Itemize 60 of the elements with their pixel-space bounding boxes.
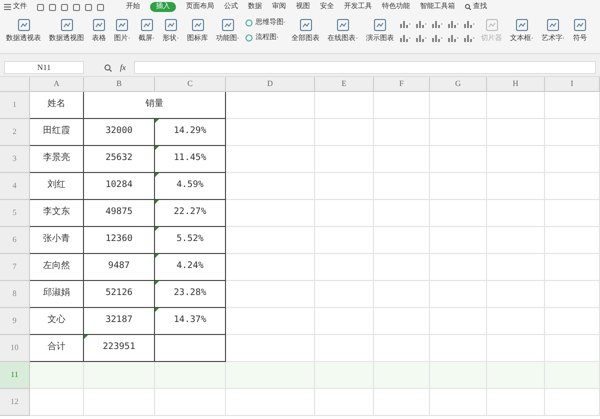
table-cell: 张小青 [30, 227, 84, 254]
table-cell: 14.37% [155, 308, 226, 335]
tool-icon [373, 18, 388, 32]
table-cell: 9487 [84, 254, 155, 281]
table-cell: 5.52% [155, 227, 226, 254]
table-cell: 姓名 [30, 92, 84, 119]
table-cell: 刘红 [30, 173, 84, 200]
table-cell: 23.28% [155, 281, 226, 308]
zoom-icon[interactable] [104, 64, 112, 72]
column-header[interactable]: F [374, 77, 430, 92]
column-header[interactable]: I [545, 77, 600, 92]
tool-icon [572, 18, 587, 32]
table-cell: 左向然 [30, 254, 84, 281]
tool-icon [298, 18, 313, 32]
tool-icon [336, 18, 350, 32]
tool-icon [546, 18, 560, 32]
table-cell: 李文东 [30, 200, 84, 227]
table-cell: 22.27% [155, 200, 226, 227]
tool-icon [92, 18, 106, 32]
menu-icon [4, 4, 11, 10]
table-cell: 4.24% [155, 254, 226, 281]
table-cell: 李景亮 [30, 146, 84, 173]
table-cell: 25632 [84, 146, 155, 173]
row-header[interactable]: 11 [0, 362, 30, 389]
table-cell: 4.59% [155, 173, 226, 200]
table-cell: 销量 [84, 92, 226, 119]
table-cell: 11.45% [155, 146, 226, 173]
tool-icon [190, 18, 205, 32]
table-cell: 52126 [84, 281, 155, 308]
column-header[interactable]: D [226, 77, 315, 92]
table-cell: 合计 [30, 335, 84, 362]
search-icon [465, 4, 471, 10]
table-cell: 田红霞 [30, 119, 84, 146]
formula-input[interactable] [134, 61, 596, 74]
tool-icon [220, 18, 235, 32]
select-all-corner[interactable] [0, 77, 30, 92]
function-label: fx [120, 62, 126, 74]
table-cell: 49875 [84, 200, 155, 227]
tool-icon [115, 18, 130, 32]
name-box[interactable]: N11 [4, 61, 84, 74]
table-cell: 14.29% [155, 119, 226, 146]
column-header[interactable]: E [315, 77, 374, 92]
table-cell: 223951 [84, 335, 155, 362]
tool-icon [484, 18, 499, 32]
table-cell: 10284 [84, 173, 155, 200]
table-cell: 32000 [84, 119, 155, 146]
tool-icon [164, 18, 178, 32]
table-cell: 12360 [84, 227, 155, 254]
tool-icon [140, 18, 154, 32]
table-cell: 邱淑娟 [30, 281, 84, 308]
tool-icon [60, 18, 74, 32]
column-header[interactable]: B [84, 77, 155, 92]
column-header[interactable]: A [30, 77, 84, 92]
table-cell: 文心 [30, 308, 84, 335]
column-header[interactable]: C [155, 77, 226, 92]
column-header[interactable]: G [430, 77, 487, 92]
tool-icon [514, 18, 529, 32]
tool-icon [16, 18, 30, 32]
table-cell: 32187 [84, 308, 155, 335]
column-header[interactable]: H [487, 77, 545, 92]
